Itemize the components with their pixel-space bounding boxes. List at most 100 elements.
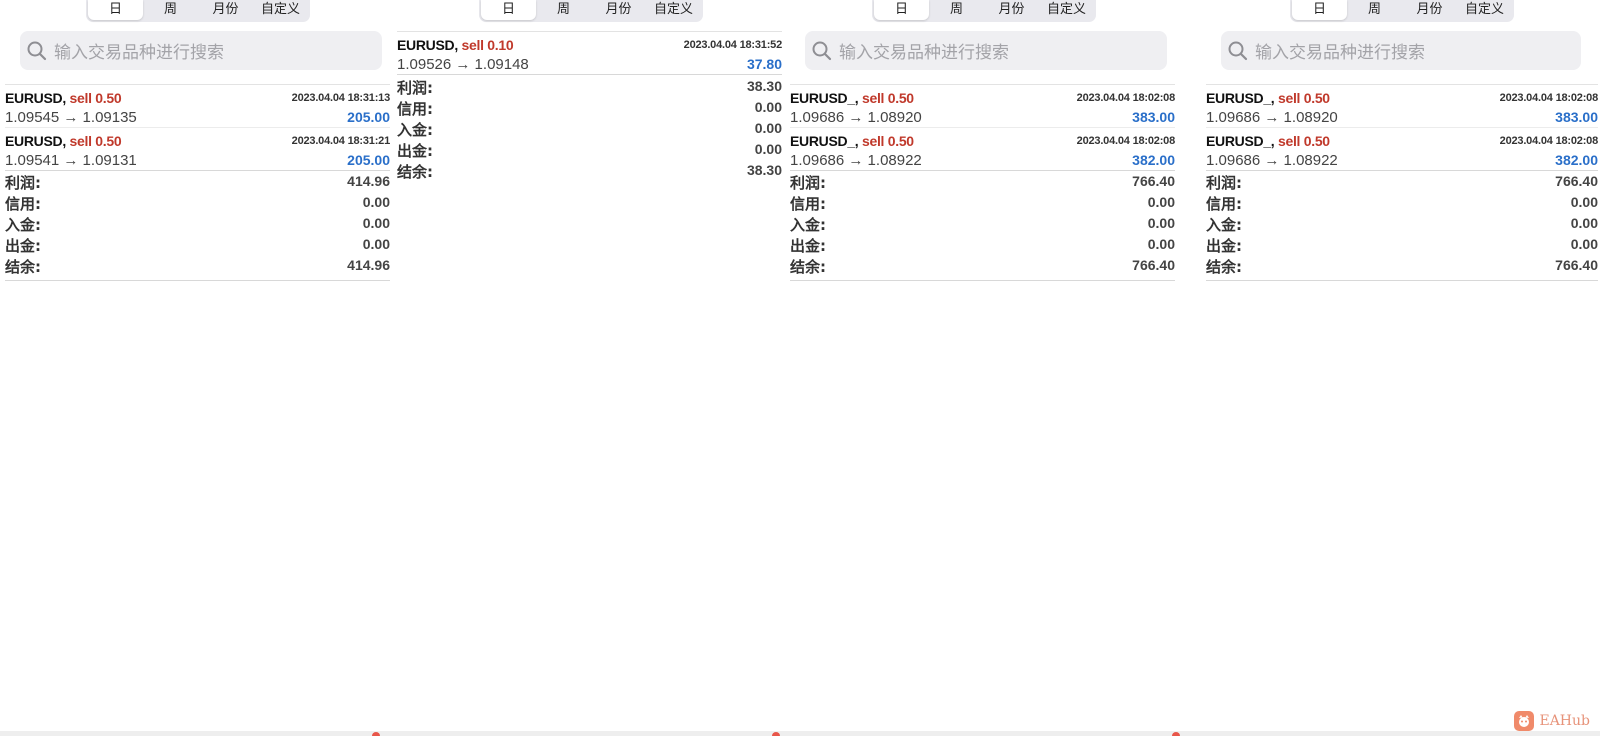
summary-balance: 结余: 766.40 bbox=[790, 257, 1175, 276]
deal-profit: 37.80 bbox=[746, 56, 782, 72]
deal-time: 2023.04.04 18:02:08 bbox=[1499, 92, 1599, 104]
deal-profit: 205.00 bbox=[347, 152, 390, 168]
deal-symbol: EURUSD_, sell 0.50 bbox=[1206, 90, 1330, 106]
watermark: EAHub bbox=[1514, 711, 1590, 731]
period-segmented-control: 日 周 月份 自定义 bbox=[872, 0, 1096, 22]
history-panel-4: 日 周 月份 自定义 输入交易品种进行搜索 EURUSD_, sell 0.50… bbox=[1177, 0, 1600, 736]
deal-prices: 1.09686 → 1.08922 bbox=[1206, 152, 1338, 169]
tab-week[interactable]: 周 bbox=[929, 0, 984, 20]
deal-prices: 1.09686 → 1.08922 bbox=[790, 152, 922, 169]
search-placeholder: 输入交易品种进行搜索 bbox=[54, 43, 224, 63]
deal-side: sell 0.50 bbox=[1278, 133, 1330, 149]
bottom-tab-bar-edge bbox=[0, 731, 1600, 736]
deal-side: sell 0.50 bbox=[862, 90, 914, 106]
deal-list: EURUSD, sell 0.10 2023.04.04 18:31:52 1.… bbox=[397, 31, 782, 75]
tab-month[interactable]: 月份 bbox=[591, 0, 646, 20]
deal-profit: 205.00 bbox=[347, 109, 390, 125]
period-segmented-control: 日 周 月份 自定义 bbox=[479, 0, 703, 22]
watermark-text: EAHub bbox=[1539, 713, 1590, 729]
summary-credit: 信用: 0.00 bbox=[790, 194, 1175, 213]
deal-symbol: EURUSD, sell 0.50 bbox=[5, 133, 122, 149]
search-icon bbox=[1227, 40, 1249, 62]
deal-profit: 382.00 bbox=[1132, 152, 1175, 168]
summary-profit: 利润: 766.40 bbox=[790, 173, 1175, 192]
summary-deposit: 入金: 0.00 bbox=[397, 120, 782, 139]
deal-row[interactable]: EURUSD, sell 0.10 2023.04.04 18:31:52 1.… bbox=[397, 32, 782, 75]
deal-row[interactable]: EURUSD_, sell 0.50 2023.04.04 18:02:08 1… bbox=[790, 85, 1175, 128]
summary-withdrawal: 出金: 0.00 bbox=[397, 141, 782, 160]
tab-week[interactable]: 周 bbox=[1347, 0, 1402, 20]
deal-prices: 1.09545 → 1.09135 bbox=[5, 109, 137, 126]
deal-row[interactable]: EURUSD, sell 0.50 2023.04.04 18:31:21 1.… bbox=[5, 128, 390, 171]
summary-withdrawal: 出金: 0.00 bbox=[5, 236, 390, 255]
deal-row[interactable]: EURUSD_, sell 0.50 2023.04.04 18:02:08 1… bbox=[1206, 85, 1598, 128]
summary-credit: 信用: 0.00 bbox=[5, 194, 390, 213]
deal-time: 2023.04.04 18:02:08 bbox=[1076, 92, 1176, 104]
deal-symbol: EURUSD, sell 0.50 bbox=[5, 90, 122, 106]
deal-symbol: EURUSD_, sell 0.50 bbox=[790, 133, 914, 149]
tab-month[interactable]: 月份 bbox=[1402, 0, 1457, 20]
search-input[interactable]: 输入交易品种进行搜索 bbox=[1221, 31, 1581, 70]
deal-side: sell 0.10 bbox=[461, 37, 514, 53]
deal-prices: 1.09686 → 1.08920 bbox=[1206, 109, 1338, 126]
summary-withdrawal: 出金: 0.00 bbox=[1206, 236, 1598, 255]
deal-side: sell 0.50 bbox=[69, 133, 122, 149]
search-icon bbox=[26, 40, 48, 62]
deal-prices: 1.09686 → 1.08920 bbox=[790, 109, 922, 126]
deal-row[interactable]: EURUSD_, sell 0.50 2023.04.04 18:02:08 1… bbox=[790, 128, 1175, 171]
tab-day[interactable]: 日 bbox=[874, 0, 929, 20]
deal-side: sell 0.50 bbox=[1278, 90, 1330, 106]
deal-row[interactable]: EURUSD_, sell 0.50 2023.04.04 18:02:08 1… bbox=[1206, 128, 1598, 171]
tab-custom[interactable]: 自定义 bbox=[1039, 0, 1094, 20]
deal-time: 2023.04.04 18:31:52 bbox=[683, 39, 783, 51]
tab-month[interactable]: 月份 bbox=[984, 0, 1039, 20]
search-icon bbox=[811, 40, 833, 62]
deal-symbol: EURUSD_, sell 0.50 bbox=[790, 90, 914, 106]
tab-week[interactable]: 周 bbox=[536, 0, 591, 20]
deal-time: 2023.04.04 18:02:08 bbox=[1499, 135, 1599, 147]
tab-day[interactable]: 日 bbox=[88, 0, 143, 20]
deal-list: EURUSD_, sell 0.50 2023.04.04 18:02:08 1… bbox=[790, 84, 1175, 171]
tab-month[interactable]: 月份 bbox=[198, 0, 253, 20]
summary-withdrawal: 出金: 0.00 bbox=[790, 236, 1175, 255]
deal-side: sell 0.50 bbox=[862, 133, 914, 149]
summary-profit: 利润: 766.40 bbox=[1206, 173, 1598, 192]
tab-badge-dot bbox=[372, 732, 380, 736]
search-input[interactable]: 输入交易品种进行搜索 bbox=[805, 31, 1167, 70]
account-summary: 利润: 414.96 信用: 0.00 入金: 0.00 出金: 0.00 结余: 414… bbox=[5, 172, 390, 281]
deal-profit: 383.00 bbox=[1132, 109, 1175, 125]
summary-balance: 结余: 38.30 bbox=[397, 162, 782, 181]
deal-prices: 1.09526 → 1.09148 bbox=[397, 56, 529, 73]
deal-profit: 382.00 bbox=[1555, 152, 1598, 168]
tab-custom[interactable]: 自定义 bbox=[253, 0, 308, 20]
summary-profit: 利润: 38.30 bbox=[397, 78, 782, 97]
summary-credit: 信用: 0.00 bbox=[1206, 194, 1598, 213]
summary-profit: 利润: 414.96 bbox=[5, 173, 390, 192]
history-panel-1: 日 周 月份 自定义 输入交易品种进行搜索 EURUSD, sell 0.50 … bbox=[0, 0, 394, 736]
deal-time: 2023.04.04 18:31:13 bbox=[291, 92, 391, 104]
summary-balance: 结余: 414.96 bbox=[5, 257, 390, 276]
deal-time: 2023.04.04 18:02:08 bbox=[1076, 135, 1176, 147]
deal-side: sell 0.50 bbox=[69, 90, 122, 106]
tab-badge-dot bbox=[1172, 732, 1180, 736]
deal-time: 2023.04.04 18:31:21 bbox=[291, 135, 391, 147]
tab-custom[interactable]: 自定义 bbox=[1457, 0, 1512, 20]
deal-row[interactable]: EURUSD, sell 0.50 2023.04.04 18:31:13 1.… bbox=[5, 85, 390, 128]
tab-day[interactable]: 日 bbox=[481, 0, 536, 20]
search-input[interactable]: 输入交易品种进行搜索 bbox=[20, 31, 382, 70]
period-segmented-control: 日 周 月份 自定义 bbox=[1290, 0, 1514, 22]
account-summary: 利润: 766.40 信用: 0.00 入金: 0.00 出金: 0.00 结余: 766… bbox=[1206, 172, 1598, 281]
period-segmented-control: 日 周 月份 自定义 bbox=[86, 0, 310, 22]
summary-balance: 结余: 766.40 bbox=[1206, 257, 1598, 276]
history-panel-3: 日 周 月份 自定义 输入交易品种进行搜索 EURUSD_, sell 0.50… bbox=[785, 0, 1179, 736]
account-summary: 利润: 38.30 信用: 0.00 入金: 0.00 出金: 0.00 结余: 38.3… bbox=[397, 77, 782, 185]
summary-credit: 信用: 0.00 bbox=[397, 99, 782, 118]
deal-profit: 383.00 bbox=[1555, 109, 1598, 125]
summary-deposit: 入金: 0.00 bbox=[1206, 215, 1598, 234]
account-summary: 利润: 766.40 信用: 0.00 入金: 0.00 出金: 0.00 结余: 766… bbox=[790, 172, 1175, 281]
tab-day[interactable]: 日 bbox=[1292, 0, 1347, 20]
tab-week[interactable]: 周 bbox=[143, 0, 198, 20]
tab-custom[interactable]: 自定义 bbox=[646, 0, 701, 20]
history-panel-2: 日 周 月份 自定义 EURUSD, sell 0.10 2023.04.04 … bbox=[392, 0, 786, 736]
deal-list: EURUSD_, sell 0.50 2023.04.04 18:02:08 1… bbox=[1206, 84, 1598, 171]
